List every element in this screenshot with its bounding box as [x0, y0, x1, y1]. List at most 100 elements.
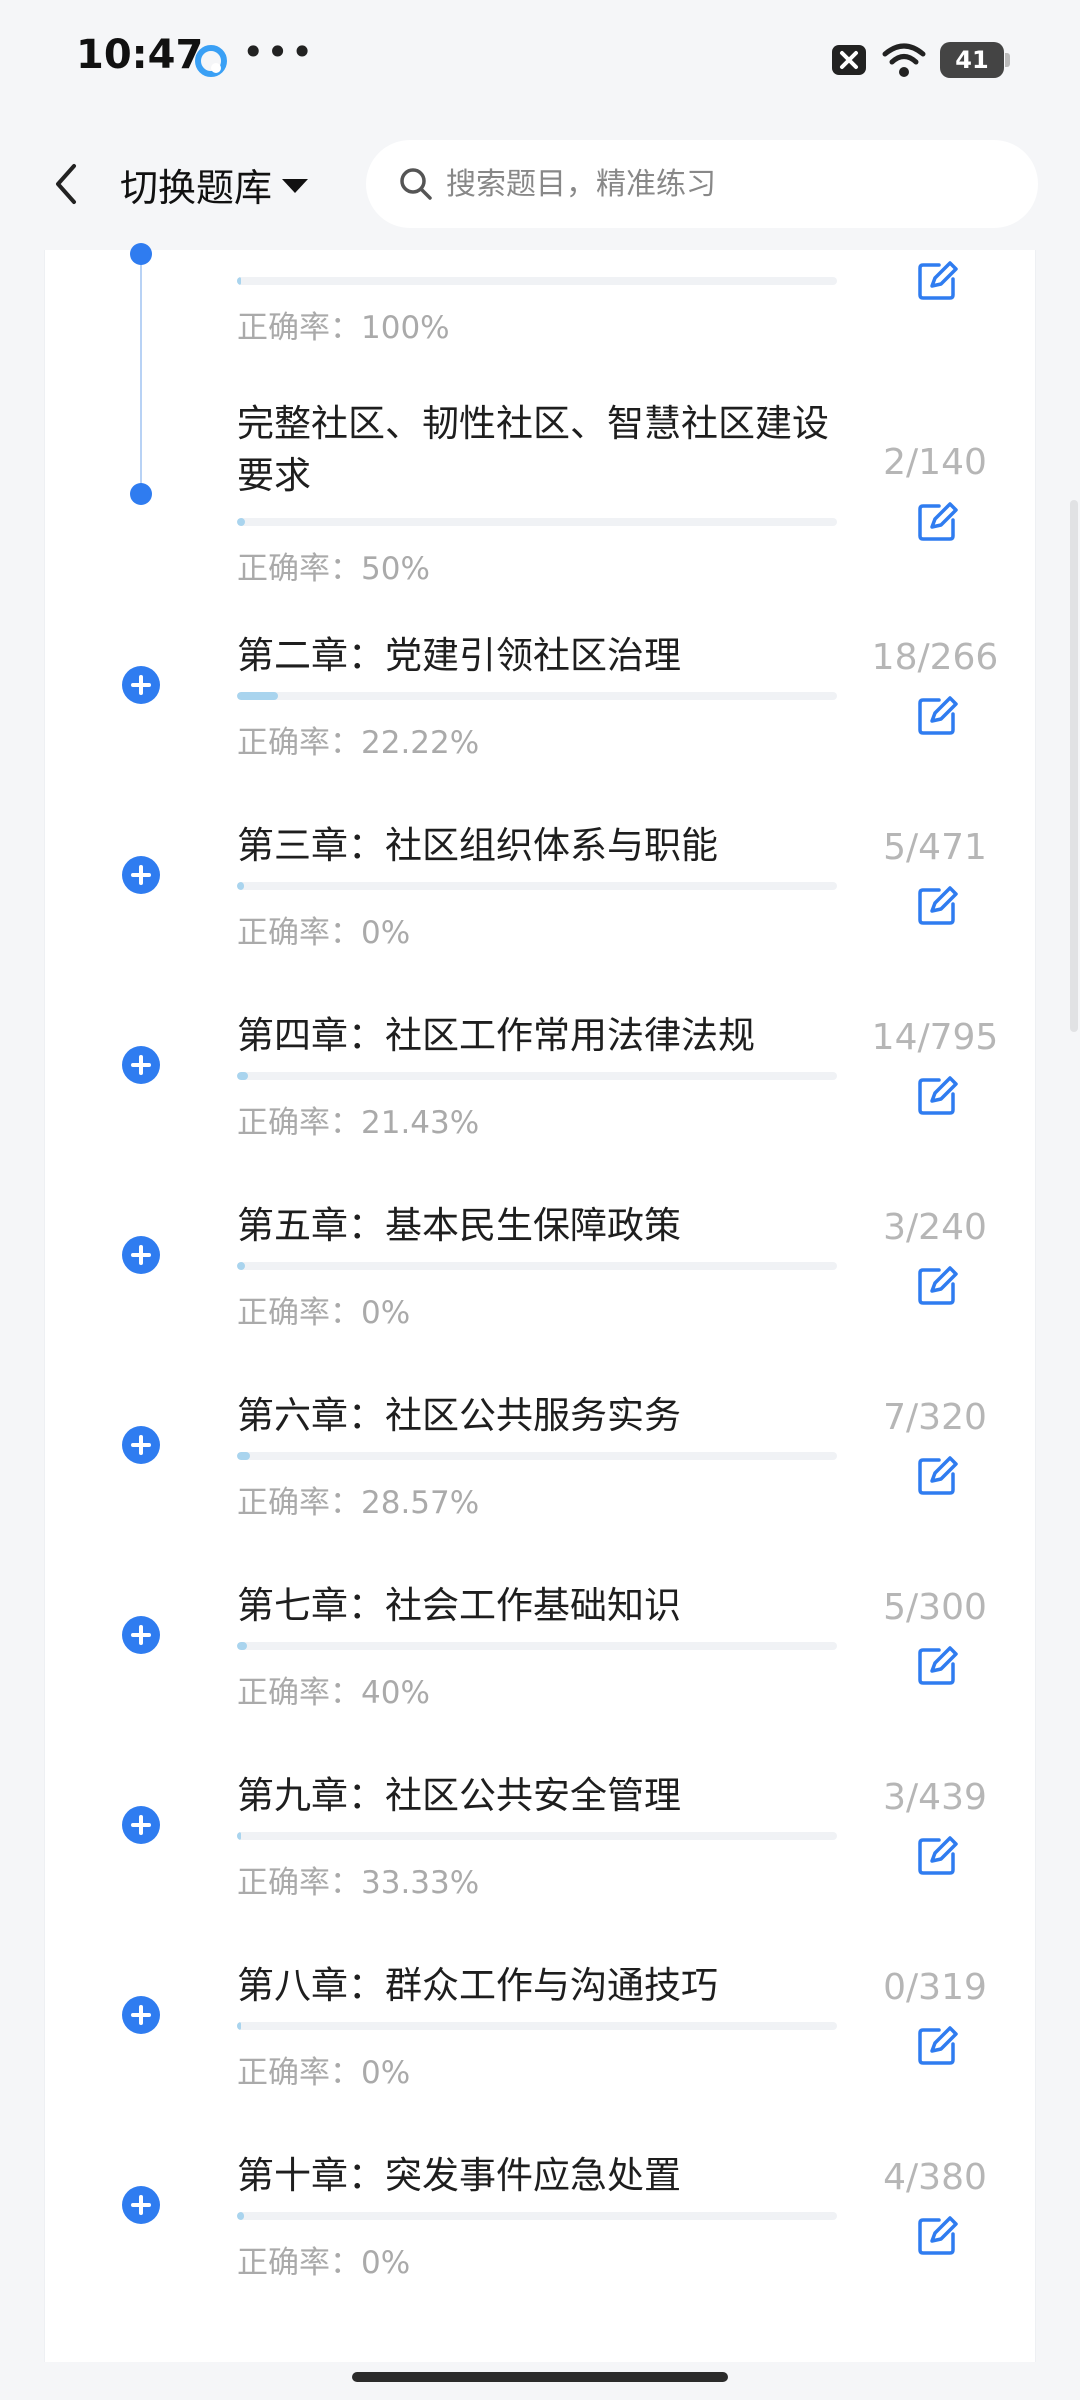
chapter-title: 第八章：群众工作与沟通技巧 — [237, 1964, 718, 2007]
edit-icon[interactable] — [915, 259, 959, 303]
accuracy-value: 40% — [361, 1675, 430, 1711]
accuracy-text: 正确率：28.57% — [237, 1477, 479, 1522]
accuracy-text: 正确率：50% — [237, 543, 430, 588]
edit-icon[interactable] — [915, 2024, 959, 2068]
edit-icon[interactable] — [915, 1264, 959, 1308]
progress-track — [237, 692, 837, 700]
accuracy-label: 正确率： — [237, 915, 361, 951]
question-count: 2/140 — [883, 442, 987, 483]
edit-icon[interactable] — [915, 1454, 959, 1498]
accuracy-label: 正确率： — [237, 725, 361, 761]
plus-circle-icon[interactable] — [122, 666, 160, 704]
plus-circle-icon[interactable] — [122, 856, 160, 894]
question-count: 18/266 — [871, 637, 999, 678]
edit-icon[interactable] — [915, 2214, 959, 2258]
status-bar: 10:47 ••• 41 — [0, 0, 1080, 118]
accuracy-label: 正确率： — [237, 1295, 361, 1331]
progress-track — [237, 277, 837, 285]
plus-circle-icon[interactable] — [122, 1236, 160, 1274]
search-icon — [400, 168, 432, 200]
wifi-icon — [882, 43, 926, 77]
progress-fill — [237, 1262, 245, 1270]
status-indicators: 41 — [830, 38, 1010, 82]
accuracy-value: 28.57% — [361, 1485, 480, 1521]
chapter-title: 第十章：突发事件应急处置 — [237, 2154, 681, 2197]
plus-circle-icon[interactable] — [122, 1996, 160, 2034]
progress-track — [237, 1262, 837, 1270]
question-count: 3/439 — [883, 1777, 987, 1818]
accuracy-value: 21.43% — [361, 1105, 480, 1141]
edit-icon[interactable] — [915, 884, 959, 928]
progress-fill — [237, 1642, 248, 1650]
accuracy-text: 正确率：22.22% — [237, 717, 479, 762]
plus-circle-icon[interactable] — [122, 1426, 160, 1464]
progress-fill — [237, 277, 241, 285]
progress-track — [237, 1452, 837, 1460]
accuracy-label: 正确率： — [237, 1105, 361, 1141]
timeline-line — [140, 250, 142, 494]
header: 切换题库 — [0, 118, 1080, 250]
chapter-title: 第六章：社区公共服务实务 — [237, 1394, 681, 1437]
switch-bank-label: 切换题库 — [120, 165, 273, 210]
progress-track — [237, 518, 837, 526]
accuracy-text: 正确率：0% — [237, 2047, 410, 2092]
accuracy-text: 正确率：33.33% — [237, 1857, 479, 1902]
timeline-dot — [130, 243, 152, 265]
scrollbar[interactable] — [1070, 500, 1078, 1032]
accuracy-text: 正确率：0% — [237, 2237, 410, 2282]
accuracy-label: 正确率： — [237, 551, 361, 587]
progress-fill — [237, 692, 278, 700]
progress-fill — [237, 1072, 248, 1080]
accuracy-text: 正确率：0% — [237, 907, 410, 952]
chapter-title: 第三章：社区组织体系与职能 — [237, 824, 718, 867]
chapter-title: 第九章：社区公共安全管理 — [237, 1774, 681, 1817]
chapter-title: 完整社区、韧性社区、智慧社区建设要求 — [237, 402, 829, 497]
question-count: 3/240 — [883, 1207, 987, 1248]
edit-icon[interactable] — [915, 1644, 959, 1688]
home-indicator[interactable] — [352, 2372, 728, 2382]
question-count: 0/319 — [883, 1967, 987, 2008]
status-more-dots: ••• — [242, 30, 316, 74]
accuracy-value: 33.33% — [361, 1865, 480, 1901]
plus-circle-icon[interactable] — [122, 2186, 160, 2224]
question-count: 14/795 — [871, 1017, 999, 1058]
edit-icon[interactable] — [915, 1834, 959, 1878]
progress-fill — [237, 1452, 251, 1460]
accuracy-value: 0% — [361, 1295, 411, 1331]
accuracy-label: 正确率： — [237, 1485, 361, 1521]
search-input[interactable] — [446, 166, 986, 202]
battery-icon: 41 — [940, 42, 1010, 78]
plus-circle-icon[interactable] — [122, 1616, 160, 1654]
edit-icon[interactable] — [915, 1074, 959, 1118]
status-time: 10:47 — [76, 32, 204, 78]
question-count: 4/380 — [883, 2157, 987, 2198]
chapter-title: 第二章：党建引领社区治理 — [237, 634, 681, 677]
chapter-list: 正确率：100% 完整社区、韧性社区、智慧社区建设要求 正确率：50% 2/140 第… — [44, 243, 1036, 2362]
plus-circle-icon[interactable] — [122, 1806, 160, 1844]
progress-track — [237, 2212, 837, 2220]
chevron-left-icon[interactable] — [40, 156, 96, 212]
accuracy-value: 50% — [361, 551, 430, 587]
accuracy-label: 正确率： — [237, 2055, 361, 2091]
progress-track — [237, 882, 837, 890]
plus-circle-icon[interactable] — [122, 1046, 160, 1084]
progress-track — [237, 1642, 837, 1650]
accuracy-text: 正确率：100% — [237, 302, 450, 347]
progress-fill — [237, 882, 244, 890]
progress-fill — [237, 518, 246, 526]
edit-icon[interactable] — [915, 500, 959, 544]
progress-fill — [237, 1832, 242, 1840]
switch-bank-button[interactable]: 切换题库 — [120, 154, 309, 214]
accuracy-value: 0% — [361, 915, 411, 951]
progress-track — [237, 2022, 837, 2030]
edit-icon[interactable] — [915, 694, 959, 738]
question-count: 7/320 — [883, 1397, 987, 1438]
accuracy-text: 正确率：21.43% — [237, 1097, 479, 1142]
chapter-title: 第七章：社会工作基础知识 — [237, 1584, 681, 1627]
accuracy-text: 正确率：40% — [237, 1667, 430, 1712]
search-bar[interactable] — [366, 140, 1038, 228]
battery-level: 41 — [955, 46, 989, 74]
accuracy-label: 正确率： — [237, 1865, 361, 1901]
timeline-dot — [130, 483, 152, 505]
accuracy-value: 0% — [361, 2245, 411, 2281]
